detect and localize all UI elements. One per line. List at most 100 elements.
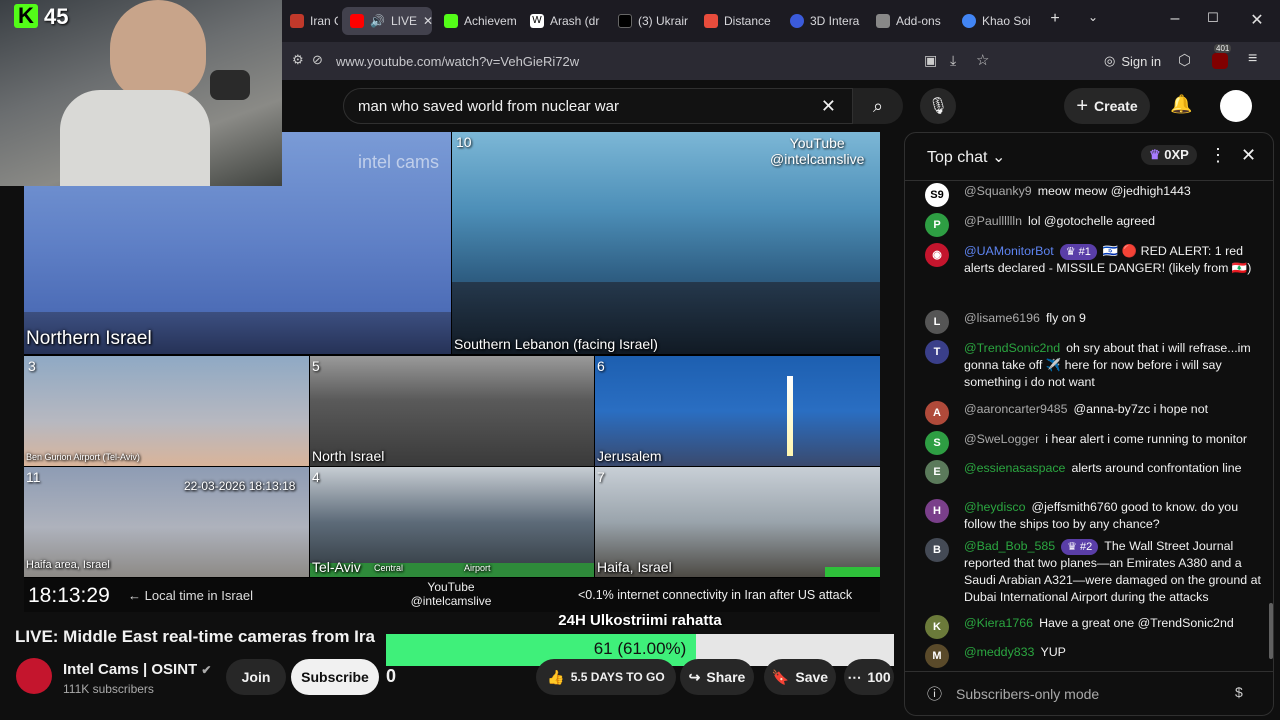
share-icon: ↪: [688, 668, 701, 685]
tab-3d-interactive[interactable]: 3D Intera: [782, 7, 868, 35]
camera-number: 4: [312, 469, 320, 485]
clear-search-icon[interactable]: ✕: [821, 96, 836, 117]
chat-avatar[interactable]: A: [925, 401, 949, 425]
tab-khao-soi[interactable]: Khao Soi: [954, 7, 1034, 35]
bookmark-star-icon[interactable]: ☆: [976, 51, 989, 69]
camera-tel-aviv: 4 Tel-Aviv Central Airport: [310, 467, 594, 577]
chat-avatar[interactable]: T: [925, 340, 949, 364]
minimize-icon[interactable]: –: [1160, 10, 1190, 28]
kick-logo: K: [14, 4, 38, 28]
israel-clock: 18:13:29: [28, 584, 110, 607]
tracking-protection-icon[interactable]: ⊘: [312, 52, 323, 68]
chat-author[interactable]: @aaroncarter9485: [964, 402, 1068, 416]
chat-message[interactable]: B @Bad_Bob_585 ♛ #2 The Wall Street Journal…: [925, 538, 1261, 606]
chat-author[interactable]: @SweLogger: [964, 432, 1039, 446]
extension-badge: 401: [1214, 44, 1232, 53]
chat-author[interactable]: @UAMonitorBot: [964, 244, 1054, 258]
chat-author[interactable]: @TrendSonic2nd: [964, 341, 1060, 355]
streamer-shirt: [60, 90, 210, 186]
chat-message[interactable]: M @meddy833 YUP: [925, 644, 1261, 668]
sign-in-button[interactable]: ◎ Sign in: [1096, 48, 1169, 74]
tower-silhouette: [787, 376, 793, 456]
tab-achievements[interactable]: Achievem: [436, 7, 520, 35]
tab-addons[interactable]: Add-ons: [868, 7, 952, 35]
channel-name[interactable]: Intel Cams | OSINT ✔: [63, 661, 211, 678]
chat-message[interactable]: L @lisame6196 fly on 9: [925, 310, 1261, 334]
goal-text: 61 (61.00%): [593, 639, 687, 658]
share-button[interactable]: ↪ Share: [680, 659, 754, 695]
chat-message[interactable]: K @Kiera1766 Have a great one @TrendSonic2…: [925, 615, 1261, 639]
join-button[interactable]: Join: [226, 659, 286, 695]
chat-author[interactable]: @Paulllllln: [964, 214, 1022, 228]
speaker-icon[interactable]: 🔊: [370, 14, 385, 28]
tab-list-icon[interactable]: ⌄: [1078, 10, 1108, 24]
chat-message[interactable]: H @heydisco @jeffsmith6760 good to know. d…: [925, 499, 1261, 533]
chat-avatar[interactable]: E: [925, 460, 949, 484]
chat-avatar[interactable]: S: [925, 431, 949, 455]
chat-scrollbar[interactable]: [1269, 603, 1273, 659]
chat-message[interactable]: S9 @Squanky9 meow meow @jedhigh1443: [925, 183, 1261, 207]
chat-author[interactable]: @Bad_Bob_585: [964, 539, 1055, 553]
video-player[interactable]: intel cams Northern Israel 10 YouTube @in…: [24, 132, 880, 612]
like-button[interactable]: 👍 5.5 DAYS TO GO: [536, 659, 676, 695]
camera-label: North Israel: [312, 448, 385, 464]
search-button[interactable]: ⌕: [853, 88, 903, 124]
chat-avatar[interactable]: P: [925, 213, 949, 237]
chat-author[interactable]: @heydisco: [964, 500, 1025, 514]
url-field[interactable]: www.youtube.com/watch?v=VehGieRi72w: [336, 48, 1048, 74]
chat-mode-dropdown[interactable]: Top chat ⌄: [927, 147, 1005, 167]
camera-haifa-area: 11 22-03-2026 18:13:18 Haifa area, Israe…: [24, 467, 309, 577]
new-tab-button[interactable]: +: [1040, 10, 1070, 28]
chat-message[interactable]: E @essienasaspace alerts around confrontat…: [925, 460, 1261, 484]
extension-ublock[interactable]: 401: [1212, 44, 1232, 69]
chat-message[interactable]: S @SweLogger i hear alert i come running t…: [925, 431, 1261, 455]
chat-message[interactable]: ◉ @UAMonitorBot ♛ #1 🇮🇱 🔴 RED ALERT: 1 red …: [925, 243, 1261, 277]
create-button[interactable]: + Create: [1064, 88, 1150, 124]
more-options-icon[interactable]: ⋮: [1209, 145, 1227, 166]
chat-author[interactable]: @lisame6196: [964, 311, 1040, 325]
more-actions-button[interactable]: ⋯ 100: [844, 659, 894, 695]
rank-badge: ♛ #2: [1061, 539, 1099, 555]
super-chat-icon[interactable]: $: [1235, 684, 1243, 700]
chat-author[interactable]: @essienasaspace: [964, 461, 1065, 475]
tab-ukraine[interactable]: (3) Ukrair: [610, 7, 696, 35]
camera-ben-gurion: 3 Ben Gurion Airport (Tel-Aviv): [24, 356, 309, 466]
close-chat-icon[interactable]: ✕: [1241, 145, 1256, 166]
chat-avatar[interactable]: H: [925, 499, 949, 523]
voice-search-button[interactable]: 🎙: [920, 88, 956, 124]
notifications-bell-icon[interactable]: 🔔: [1170, 94, 1192, 115]
chat-message[interactable]: A @aaroncarter9485 @anna-by7zc i hope not: [925, 401, 1261, 425]
avatar[interactable]: [1220, 90, 1252, 122]
maximize-icon[interactable]: ☐: [1198, 10, 1228, 26]
close-window-icon[interactable]: ✕: [1242, 10, 1272, 30]
subscribe-button[interactable]: Subscribe: [291, 659, 379, 695]
chat-author[interactable]: @meddy833: [964, 645, 1034, 659]
save-button[interactable]: 🔖 Save: [764, 659, 836, 695]
xp-points-button[interactable]: ♛ 0XP: [1141, 145, 1197, 165]
picture-icon[interactable]: ▣: [924, 52, 937, 69]
extensions-icon[interactable]: ⬡: [1178, 51, 1191, 69]
close-tab-icon[interactable]: ✕: [423, 14, 432, 28]
permissions-icon[interactable]: ⚙: [292, 52, 304, 68]
tab-live[interactable]: 🔊 LIVE ✕: [342, 7, 432, 35]
chat-avatar[interactable]: M: [925, 644, 949, 668]
chat-author[interactable]: @Squanky9: [964, 184, 1032, 198]
chat-avatar[interactable]: ◉: [925, 243, 949, 267]
channel-avatar[interactable]: [16, 658, 52, 694]
info-icon[interactable]: ⓘ: [927, 683, 942, 704]
chat-avatar[interactable]: B: [925, 538, 949, 562]
camera-jerusalem: 6 Jerusalem: [595, 356, 880, 466]
search-input[interactable]: man who saved world from nuclear war ✕: [343, 88, 853, 124]
tab-iran-guar[interactable]: Iran Guar: [282, 7, 338, 35]
chat-avatar[interactable]: L: [925, 310, 949, 334]
chat-message[interactable]: P @Paulllllln lol @gotochelle agreed: [925, 213, 1261, 237]
chat-avatar[interactable]: S9: [925, 183, 949, 207]
chat-message[interactable]: T @TrendSonic2nd oh sry about that i will …: [925, 340, 1261, 391]
chat-avatar[interactable]: K: [925, 615, 949, 639]
download-icon[interactable]: ⤓: [950, 52, 956, 69]
tab-distance[interactable]: Distance: [696, 7, 778, 35]
chat-author[interactable]: @Kiera1766: [964, 616, 1033, 630]
menu-icon[interactable]: ≡: [1248, 50, 1257, 68]
account-icon: ◎: [1104, 53, 1116, 68]
tab-arash[interactable]: W Arash (dr: [522, 7, 606, 35]
